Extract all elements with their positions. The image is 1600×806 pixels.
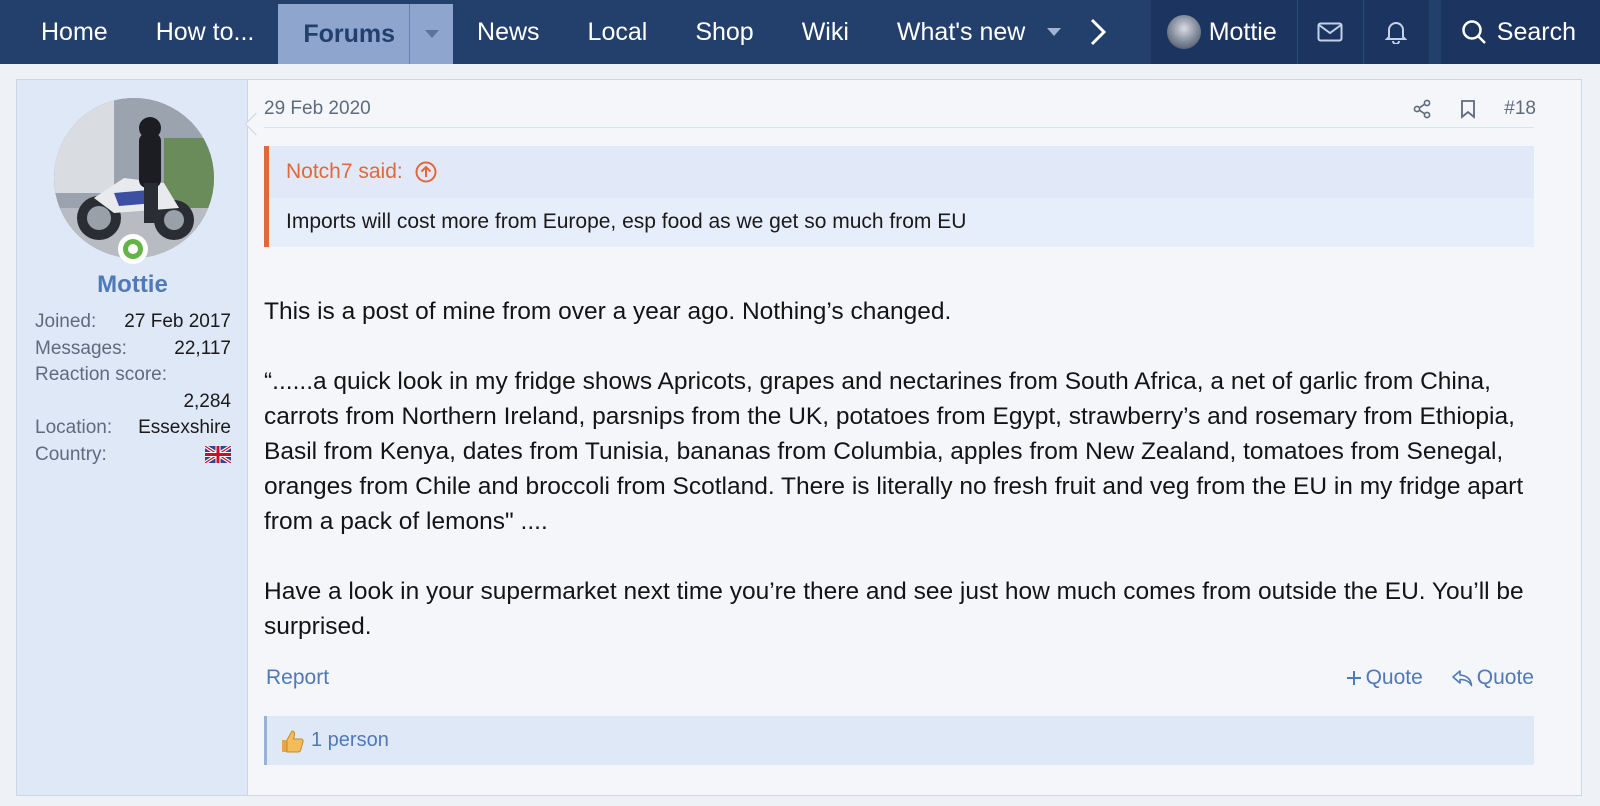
message-paragraph: Have a look in your supermarket next tim… xyxy=(264,578,1524,640)
search-icon xyxy=(1462,20,1486,44)
stat-label: Reaction score: xyxy=(35,364,168,386)
reactions-count[interactable]: 1 person xyxy=(311,729,389,752)
stat-reaction-label-row: Reaction score: xyxy=(35,362,231,389)
post-date[interactable]: 29 Feb 2020 xyxy=(264,98,371,120)
bell-icon xyxy=(1385,22,1408,44)
nav-scroll-right-icon[interactable] xyxy=(1085,0,1115,64)
account-menu[interactable]: Mottie xyxy=(1150,0,1297,64)
report-link[interactable]: Report xyxy=(266,666,329,690)
post-main: 29 Feb 2020 #18 Notch7 said: Imports wil… xyxy=(264,80,1582,795)
reply-quote-label: Quote xyxy=(1476,666,1534,689)
forum-post: Mottie Joined: 27 Feb 2017 Messages: 22,… xyxy=(16,79,1582,796)
stat-label: Joined: xyxy=(35,311,97,333)
quoted-post: Notch7 said: Imports will cost more from… xyxy=(264,146,1534,247)
nav-wiki[interactable]: Wiki xyxy=(778,0,873,64)
nav-whats-new-label[interactable]: What's new xyxy=(897,18,1025,47)
quote-header[interactable]: Notch7 said: xyxy=(269,146,1534,198)
forums-dropdown-toggle[interactable] xyxy=(409,4,453,64)
nav-how-to[interactable]: How to... xyxy=(132,0,279,64)
stat-label: Messages: xyxy=(35,337,127,359)
nav-local[interactable]: Local xyxy=(564,0,672,64)
stat-reaction-value-row: 2,284 xyxy=(35,389,231,416)
nav-forums-label[interactable]: Forums xyxy=(303,20,395,49)
stat-country: Country: xyxy=(35,442,231,469)
uk-flag-icon xyxy=(205,446,231,464)
stat-label: Country: xyxy=(35,443,107,465)
stat-value[interactable]: Essexshire xyxy=(138,417,231,439)
alerts-button[interactable] xyxy=(1362,0,1429,64)
plus-icon xyxy=(1346,671,1361,685)
inbox-button[interactable] xyxy=(1296,0,1363,64)
message-paragraph: This is a post of mine from over a year … xyxy=(264,298,952,325)
post-message: This is a post of mine from over a year … xyxy=(264,294,1539,679)
nav-forums[interactable]: Forums xyxy=(278,4,454,64)
quote-author[interactable]: Notch7 said: xyxy=(286,160,403,184)
share-icon[interactable] xyxy=(1412,99,1432,119)
account-username: Mottie xyxy=(1208,17,1277,46)
arrow-up-circle-icon[interactable] xyxy=(415,161,437,183)
top-navbar: Home How to... Forums News Local Shop Wi… xyxy=(0,0,1600,64)
stat-messages: Messages: 22,117 xyxy=(35,336,231,363)
multiquote-label: Quote xyxy=(1365,666,1423,689)
stat-value: 27 Feb 2017 xyxy=(124,311,231,333)
chevron-down-icon xyxy=(424,30,439,38)
post-author-sidebar: Mottie Joined: 27 Feb 2017 Messages: 22,… xyxy=(17,80,248,795)
search-button[interactable]: Search xyxy=(1440,0,1600,64)
nav-news[interactable]: News xyxy=(453,0,564,64)
thumbs-up-icon xyxy=(282,729,304,752)
chevron-down-icon[interactable] xyxy=(1047,28,1062,36)
stat-value[interactable]: 22,117 xyxy=(174,338,231,360)
envelope-icon xyxy=(1317,22,1343,42)
search-label: Search xyxy=(1496,17,1576,46)
quote-text: Imports will cost more from Europe, esp … xyxy=(286,210,967,233)
post-header: 29 Feb 2020 #18 xyxy=(264,98,1536,128)
nav-whats-new[interactable]: What's new xyxy=(873,0,1085,64)
post-footer: Report Quote Quote xyxy=(266,666,1534,692)
nav-shop[interactable]: Shop xyxy=(671,0,777,64)
post-number[interactable]: #18 xyxy=(1504,98,1536,120)
stat-joined: Joined: 27 Feb 2017 xyxy=(35,309,231,336)
avatar xyxy=(1166,15,1201,49)
message-paragraph: “......a quick look in my fridge shows A… xyxy=(264,368,1524,535)
author-name[interactable]: Mottie xyxy=(17,271,248,299)
nav-account-area: Mottie Search xyxy=(1150,0,1600,64)
stat-value: 2,284 xyxy=(183,390,231,412)
stat-label: Location: xyxy=(35,417,113,439)
reply-icon xyxy=(1451,670,1473,687)
bookmark-icon[interactable] xyxy=(1460,99,1476,119)
multiquote-button[interactable]: Quote xyxy=(1346,666,1423,690)
post-actions: #18 xyxy=(1412,98,1536,120)
online-status-icon xyxy=(118,234,148,264)
footer-actions: Quote Quote xyxy=(1346,666,1534,690)
nav-home[interactable]: Home xyxy=(0,0,132,64)
stat-location: Location: Essexshire xyxy=(35,415,231,442)
author-stats: Joined: 27 Feb 2017 Messages: 22,117 Rea… xyxy=(35,309,231,468)
reply-quote-button[interactable]: Quote xyxy=(1451,666,1534,690)
reactions-bar[interactable]: 1 person xyxy=(264,716,1534,765)
